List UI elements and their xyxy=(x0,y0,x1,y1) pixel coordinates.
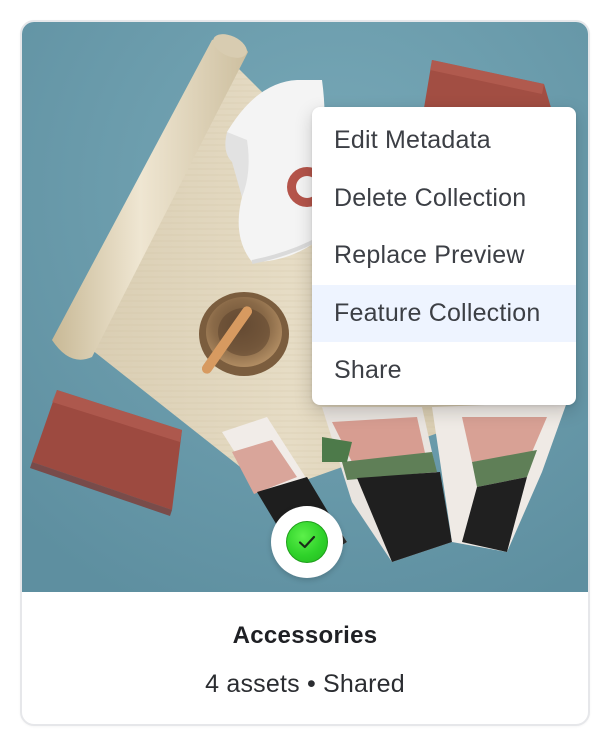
menu-item-edit-metadata[interactable]: Edit Metadata xyxy=(312,112,576,170)
checkmark-icon xyxy=(298,535,316,549)
menu-item-feature-collection[interactable]: Feature Collection xyxy=(312,284,576,343)
collection-info: Accessories 4 assets • Shared xyxy=(22,592,588,724)
singing-bowl-icon xyxy=(199,292,289,376)
collection-meta: 4 assets • Shared xyxy=(205,670,405,698)
collection-card[interactable]: Edit Metadata Delete Collection Replace … xyxy=(20,20,590,726)
collection-title: Accessories xyxy=(232,622,378,649)
menu-item-share[interactable]: Share xyxy=(312,342,576,400)
menu-item-replace-preview[interactable]: Replace Preview xyxy=(312,227,576,285)
context-menu: Edit Metadata Delete Collection Replace … xyxy=(312,107,576,405)
status-dot xyxy=(286,521,328,563)
menu-item-delete-collection[interactable]: Delete Collection xyxy=(312,170,576,228)
selection-status-badge[interactable] xyxy=(271,506,343,578)
